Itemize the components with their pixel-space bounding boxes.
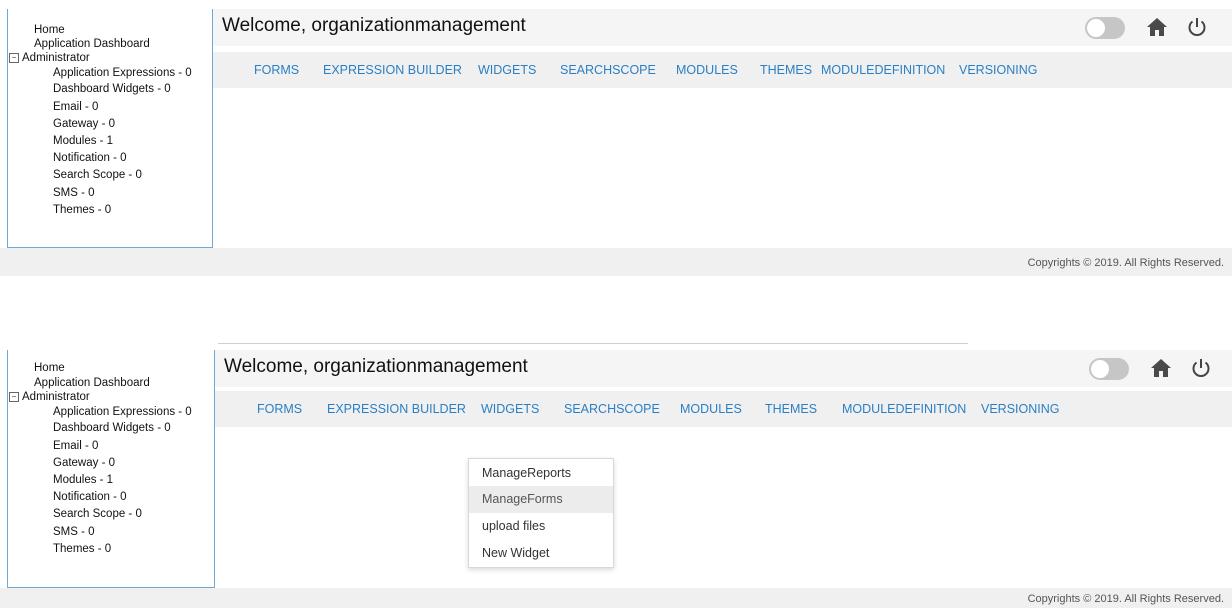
nav-forms[interactable]: FORMS [254, 63, 299, 77]
sidebar-item-dashboard-widgets[interactable]: Dashboard Widgets - 0 [53, 82, 171, 96]
nav-expression-builder[interactable]: EXPRESSION BUILDER [323, 63, 462, 77]
sidebar-item-search-scope[interactable]: Search Scope - 0 [53, 507, 142, 521]
header-bar: Welcome, organizationmanagement [215, 350, 1232, 387]
top-nav: FORMS EXPRESSION BUILDER WIDGETS SEARCHS… [213, 52, 1232, 88]
home-icon[interactable] [1150, 358, 1172, 378]
nav-searchscope[interactable]: SEARCHSCOPE [560, 63, 656, 77]
nav-expression-builder[interactable]: EXPRESSION BUILDER [327, 402, 466, 416]
sidebar-item-application-expressions[interactable]: Application Expressions - 0 [53, 66, 192, 80]
nav-moduledefinition[interactable]: MODULEDEFINITION [842, 402, 966, 416]
nav-themes[interactable]: THEMES [765, 402, 817, 416]
sidebar-item-notification[interactable]: Notification - 0 [53, 151, 127, 165]
sidebar-item-themes[interactable]: Themes - 0 [53, 203, 111, 217]
sidebar-item-home[interactable]: Home [34, 361, 65, 375]
sidebar-item-gateway[interactable]: Gateway - 0 [53, 456, 115, 470]
sidebar-item-notification[interactable]: Notification - 0 [53, 490, 127, 504]
sidebar-item-home[interactable]: Home [34, 23, 65, 37]
sidebar-item-email[interactable]: Email - 0 [53, 439, 98, 453]
nav-versioning[interactable]: VERSIONING [981, 402, 1060, 416]
collapse-icon[interactable]: − [9, 53, 19, 63]
home-icon[interactable] [1146, 17, 1168, 37]
footer: Copyrights © 2019. All Rights Reserved. [0, 248, 1232, 276]
sidebar-item-label: Administrator [22, 52, 90, 64]
sidebar-item-gateway[interactable]: Gateway - 0 [53, 117, 115, 131]
sidebar: Home Application Dashboard − Administrato… [7, 9, 213, 248]
welcome-title: Welcome, organizationmanagement [224, 356, 528, 377]
screenshot-panel-top: Home Application Dashboard − Administrato… [0, 0, 1232, 276]
collapse-icon[interactable]: − [9, 392, 19, 402]
sidebar-item-themes[interactable]: Themes - 0 [53, 542, 111, 556]
menu-item-upload-files[interactable]: upload files [469, 513, 613, 540]
welcome-title: Welcome, organizationmanagement [222, 15, 526, 36]
sidebar-item-application-dashboard[interactable]: Application Dashboard [34, 37, 150, 51]
sidebar-item-application-expressions[interactable]: Application Expressions - 0 [53, 405, 192, 419]
sidebar-item-dashboard-widgets[interactable]: Dashboard Widgets - 0 [53, 421, 171, 435]
sidebar-item-administrator[interactable]: − Administrator [9, 390, 90, 404]
widgets-dropdown-menu: ManageReports ManageForms upload files N… [468, 458, 614, 568]
copyright-text: Copyrights © 2019. All Rights Reserved. [1027, 593, 1224, 605]
nav-modules[interactable]: MODULES [676, 63, 738, 77]
menu-item-manageforms[interactable]: ManageForms [469, 486, 613, 513]
nav-themes[interactable]: THEMES [760, 63, 812, 77]
sidebar-item-modules[interactable]: Modules - 1 [53, 134, 113, 148]
screenshot-panel-bottom: Home Application Dashboard − Administrato… [0, 338, 1232, 608]
nav-forms[interactable]: FORMS [257, 402, 302, 416]
sidebar-item-sms[interactable]: SMS - 0 [53, 525, 95, 539]
power-icon[interactable] [1186, 16, 1208, 38]
nav-searchscope[interactable]: SEARCHSCOPE [564, 402, 660, 416]
sidebar-item-application-dashboard[interactable]: Application Dashboard [34, 376, 150, 390]
sidebar-item-modules[interactable]: Modules - 1 [53, 473, 113, 487]
top-nav: FORMS EXPRESSION BUILDER WIDGETS SEARCHS… [215, 391, 1232, 427]
power-icon[interactable] [1190, 357, 1212, 379]
sidebar-item-search-scope[interactable]: Search Scope - 0 [53, 168, 142, 182]
nav-widgets[interactable]: WIDGETS [478, 63, 536, 77]
sidebar-item-email[interactable]: Email - 0 [53, 100, 98, 114]
nav-moduledefinition[interactable]: MODULEDEFINITION [821, 63, 945, 77]
menu-item-new-widget[interactable]: New Widget [469, 540, 613, 566]
footer: Copyrights © 2019. All Rights Reserved. [0, 588, 1232, 608]
header-bar: Welcome, organizationmanagement [213, 9, 1232, 46]
nav-versioning[interactable]: VERSIONING [959, 63, 1038, 77]
divider [218, 343, 968, 344]
toggle-switch-icon[interactable] [1089, 358, 1129, 380]
sidebar-item-label: Administrator [22, 391, 90, 403]
nav-modules[interactable]: MODULES [680, 402, 742, 416]
nav-widgets[interactable]: WIDGETS [481, 402, 539, 416]
copyright-text: Copyrights © 2019. All Rights Reserved. [1027, 257, 1224, 269]
menu-item-managereports[interactable]: ManageReports [469, 460, 613, 487]
sidebar-item-sms[interactable]: SMS - 0 [53, 186, 95, 200]
toggle-switch-icon[interactable] [1085, 17, 1125, 39]
sidebar: Home Application Dashboard − Administrato… [7, 350, 215, 588]
sidebar-item-administrator[interactable]: − Administrator [9, 51, 90, 65]
